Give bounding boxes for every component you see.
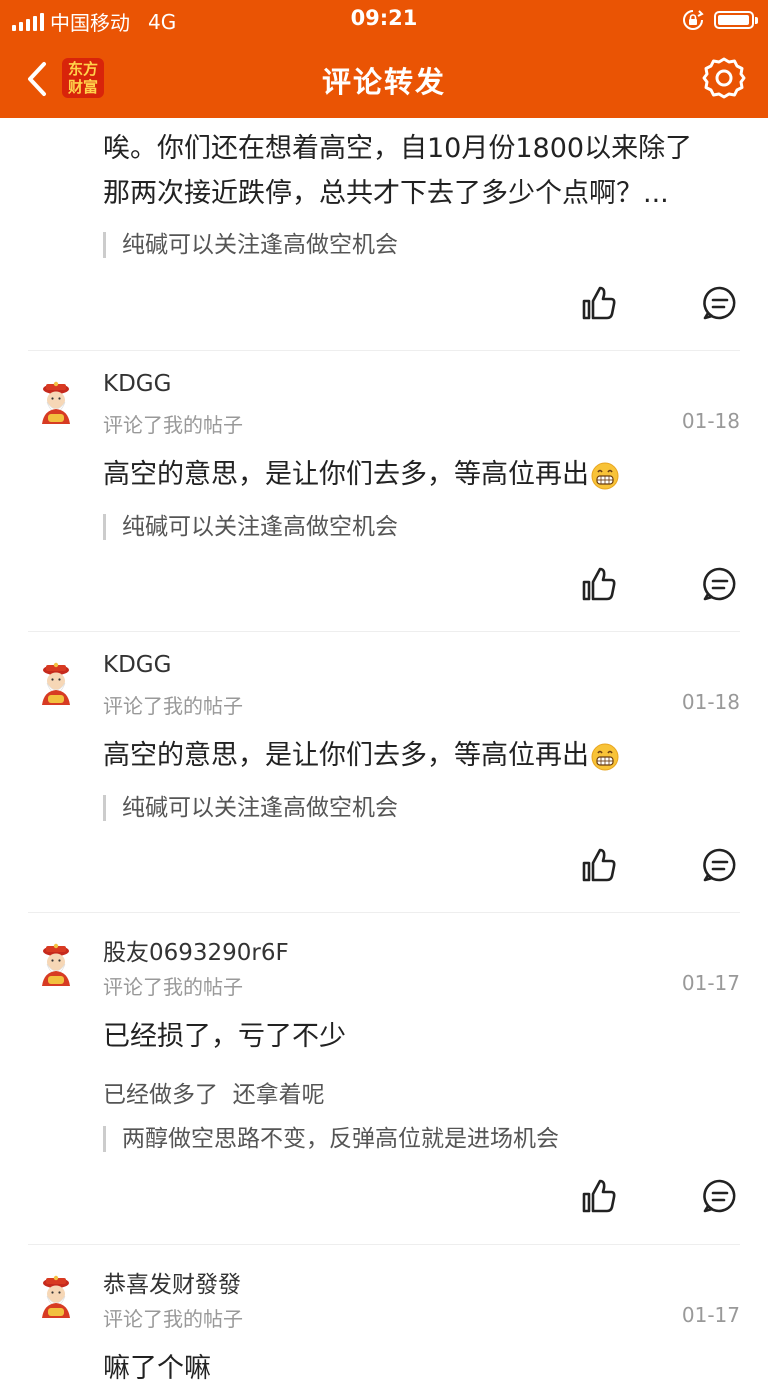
quoted-post[interactable]: 两醇做空思路不变，反弹高位就是进场机会: [103, 1126, 559, 1152]
quoted-post[interactable]: 纯碱可以关注逢高做空机会: [103, 514, 398, 540]
thumbs-up-icon[interactable]: [580, 1177, 618, 1215]
comment-date: 01-17: [681, 1303, 740, 1327]
avatar[interactable]: [34, 662, 78, 706]
comment-item[interactable]: 唉。你们还在想着高空，自10月份1800以来除了 那两次接近跌停，总共才下去了多…: [28, 118, 740, 351]
username[interactable]: 股友0693290r6F: [103, 933, 289, 967]
avatar[interactable]: [34, 381, 78, 425]
battery-icon: [714, 11, 758, 29]
page-title: 评论转发: [321, 65, 446, 99]
orientation-lock-icon: [683, 10, 704, 30]
comment-item[interactable]: 恭喜发财發發 评论了我的帖子 01-17 嘛了个嘛: [28, 1245, 740, 1384]
action-label: 评论了我的帖子: [103, 413, 243, 437]
action-label: 评论了我的帖子: [103, 694, 243, 718]
status-time: 09:21: [350, 6, 418, 30]
comment-subtext: 已经做多了 还拿着呢: [103, 1082, 325, 1108]
comment-text: 唉。你们还在想着高空，自10月份1800以来除了 那两次接近跌停，总共才下去了多…: [103, 133, 693, 209]
comment-date: 01-18: [681, 409, 740, 433]
comment-bubble-icon[interactable]: [702, 285, 738, 321]
comment-bubble-icon[interactable]: [702, 566, 738, 602]
comment-item[interactable]: 股友0693290r6F 评论了我的帖子 01-17 已经损了，亏了不少 已经做…: [28, 913, 740, 1245]
quoted-post[interactable]: 纯碱可以关注逢高做空机会: [103, 232, 398, 258]
username[interactable]: KDGG: [103, 652, 171, 678]
comment-text: 嘛了个嘛: [103, 1353, 211, 1384]
gear-icon[interactable]: [702, 56, 746, 100]
thumbs-up-icon[interactable]: [580, 565, 618, 603]
thumbs-up-icon[interactable]: [580, 284, 618, 322]
comment-date: 01-17: [681, 971, 740, 995]
comment-text: 已经损了，亏了不少: [103, 1021, 346, 1052]
avatar[interactable]: [34, 1275, 78, 1319]
comment-feed: 唉。你们还在想着高空，自10月份1800以来除了 那两次接近跌停，总共才下去了多…: [0, 118, 768, 1384]
username[interactable]: KDGG: [103, 371, 171, 397]
comment-item[interactable]: KDGG 评论了我的帖子 01-18 高空的意思，是让你们去多，等高位再出 纯碱…: [28, 351, 740, 632]
avatar[interactable]: [34, 943, 78, 987]
comment-bubble-icon[interactable]: [702, 847, 738, 883]
username[interactable]: 恭喜发财發發: [103, 1265, 241, 1299]
comment-date: 01-18: [681, 690, 740, 714]
comment-text: 高空的意思，是让你们去多，等高位再出: [103, 733, 734, 778]
grinning-face-emoji: [591, 462, 619, 490]
action-label: 评论了我的帖子: [103, 1307, 243, 1331]
grinning-face-emoji: [591, 743, 619, 771]
quoted-post[interactable]: 纯碱可以关注逢高做空机会: [103, 795, 398, 821]
app-header: 中国移动 4G 09:21 东方 财富 评论转发: [0, 0, 768, 118]
status-bar: 中国移动 4G 09:21: [0, 0, 768, 40]
thumbs-up-icon[interactable]: [580, 846, 618, 884]
comment-text: 高空的意思，是让你们去多，等高位再出: [103, 452, 734, 497]
comment-bubble-icon[interactable]: [702, 1178, 738, 1214]
action-label: 评论了我的帖子: [103, 975, 243, 999]
nav-bar: 东方 财富 评论转发: [0, 40, 768, 118]
comment-item[interactable]: KDGG 评论了我的帖子 01-18 高空的意思，是让你们去多，等高位再出 纯碱…: [28, 632, 740, 913]
